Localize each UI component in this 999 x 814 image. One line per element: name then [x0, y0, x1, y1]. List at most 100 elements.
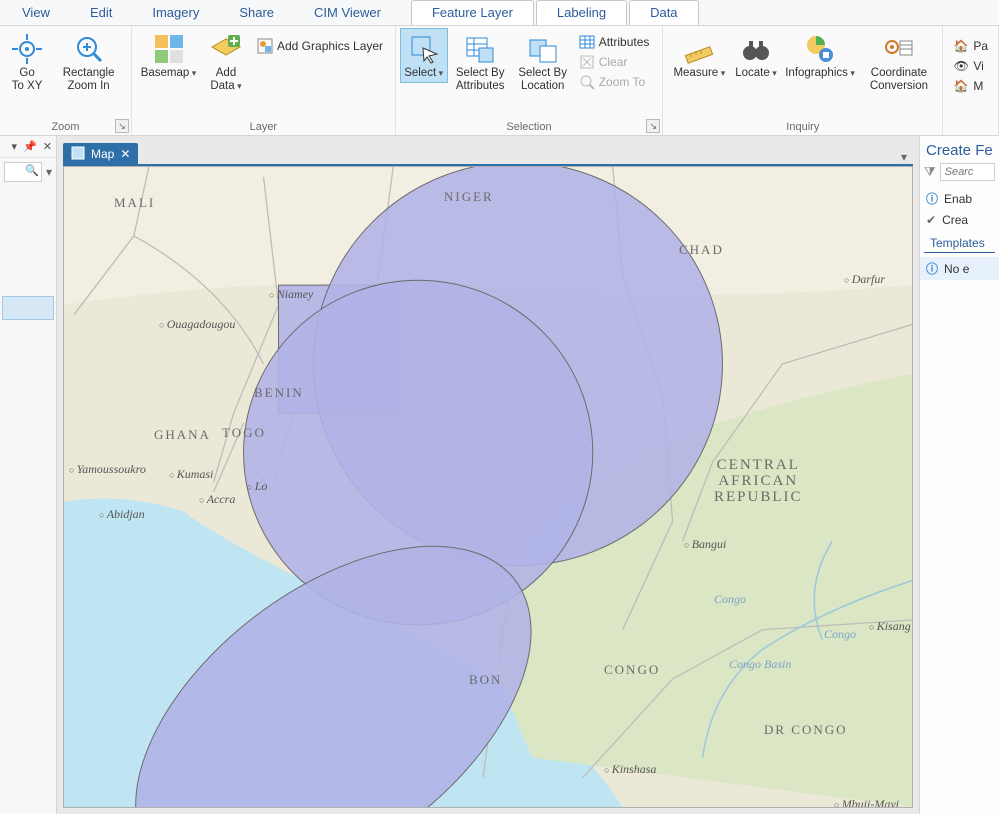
add-data-label: Add Data: [210, 67, 241, 93]
water-label: Congo: [824, 627, 856, 642]
select-loc-icon: [527, 33, 559, 65]
country-label: CENTRAL AFRICAN REPUBLIC: [714, 457, 803, 505]
measure-button[interactable]: Measure: [667, 28, 731, 83]
select-label: Select: [404, 67, 443, 80]
crosshair-icon: [11, 33, 43, 65]
clear-button[interactable]: Clear: [573, 52, 656, 72]
infographics-button[interactable]: Infographics: [781, 28, 860, 83]
city-label: Abidjan: [99, 507, 145, 522]
select-attr-icon: [464, 33, 496, 65]
contents-selected-layer[interactable]: [2, 296, 54, 320]
ribbon-group-inquiry-label: Inquiry: [663, 119, 942, 135]
pause-button[interactable]: 🏠 Pa: [947, 36, 994, 56]
contents-search-input[interactable]: [4, 162, 42, 182]
graphics-layer-icon: [257, 38, 273, 54]
tab-feature-layer[interactable]: Feature Layer: [411, 0, 534, 25]
create-row[interactable]: ✔ Crea: [920, 210, 999, 230]
ribbon-group-zoom: Go To XY Rectangle Zoom In Zoom ↘: [0, 26, 132, 135]
zoom-to-label: Zoom To: [599, 75, 645, 89]
menu-imagery[interactable]: Imagery: [132, 1, 219, 25]
menu-view[interactable]: View: [2, 1, 70, 25]
tab-labeling[interactable]: Labeling: [536, 0, 627, 25]
locate-button[interactable]: Locate: [731, 28, 780, 83]
zoom-to-icon: [579, 74, 595, 90]
template-search-input[interactable]: [940, 163, 995, 181]
country-label: TOGO: [222, 425, 266, 441]
country-label: CONGO: [604, 662, 660, 678]
attributes-label: Attributes: [599, 35, 650, 49]
select-by-attributes-button[interactable]: Select By Attributes: [448, 28, 513, 96]
info-icon: ⓘ: [926, 190, 938, 207]
table-icon: [579, 34, 595, 50]
contents-search-row: ▾: [0, 158, 56, 186]
measure-label: Measure: [673, 67, 725, 80]
eye-icon: 👁: [953, 58, 969, 74]
map-tab-strip: ▾: [138, 142, 913, 166]
map-canvas[interactable]: MALI NIGER CHAD GHANA TOGO BENIN CENTRAL…: [63, 166, 913, 808]
create-features-title: Create Fe: [920, 136, 999, 163]
add-graphics-layer-button[interactable]: Add Graphics Layer: [251, 36, 389, 56]
view-button[interactable]: 👁 Vi: [947, 56, 994, 76]
rect-zoom-label: Rectangle Zoom In: [63, 67, 115, 93]
city-label: Lo: [247, 479, 267, 494]
info-icon: ⓘ: [926, 260, 938, 277]
select-by-location-button[interactable]: Select By Location: [513, 28, 573, 96]
main-menu-bar: View Edit Imagery Share CIM Viewer Featu…: [0, 0, 999, 26]
country-label: BON: [469, 672, 502, 688]
country-label: MALI: [114, 195, 155, 211]
ribbon-group-clipped: 🏠 Pa 👁 Vi 🏠 M: [943, 26, 999, 135]
enable-row[interactable]: ⓘ Enab: [920, 187, 999, 210]
attributes-button[interactable]: Attributes: [573, 32, 656, 52]
city-label: Niamey: [269, 287, 313, 302]
more-button[interactable]: 🏠 M: [947, 76, 994, 96]
close-icon[interactable]: ✕: [43, 140, 52, 153]
dialog-launcher-icon[interactable]: ↘: [646, 119, 660, 133]
city-label: Mbuji-Mayi: [834, 797, 899, 808]
dialog-launcher-icon[interactable]: ↘: [115, 119, 129, 133]
add-graphics-label: Add Graphics Layer: [277, 39, 383, 53]
select-button[interactable]: Select: [400, 28, 448, 83]
add-data-icon: [210, 33, 242, 65]
city-label: Kumasi: [169, 467, 213, 482]
menu-edit[interactable]: Edit: [70, 1, 132, 25]
country-label: DR CONGO: [764, 722, 848, 738]
chevron-down-icon[interactable]: ▾: [46, 165, 52, 179]
menu-share[interactable]: Share: [219, 1, 294, 25]
basemap-button[interactable]: Basemap: [136, 28, 201, 83]
map-tab[interactable]: Map ✕: [63, 143, 138, 166]
city-label: Yamoussoukro: [69, 462, 146, 477]
coordinate-conversion-button[interactable]: Coordinate Conversion: [860, 28, 939, 96]
rectangle-zoom-button[interactable]: Rectangle Zoom In: [50, 28, 127, 96]
go-to-xy-button[interactable]: Go To XY: [4, 28, 50, 96]
ribbon-group-layer: Basemap Add Data Add Graphics Layer Laye…: [132, 26, 396, 135]
ruler-icon: [683, 33, 715, 65]
coord-conv-label: Coordinate Conversion: [870, 67, 928, 93]
chevron-down-icon[interactable]: ▾: [901, 150, 907, 164]
house-icon: 🏠: [953, 78, 969, 94]
country-label: BENIN: [254, 385, 304, 401]
infographics-label: Infographics: [785, 67, 855, 80]
country-label: GHANA: [154, 427, 211, 443]
country-label: NIGER: [444, 189, 494, 205]
tab-data[interactable]: Data: [629, 0, 698, 25]
go-to-xy-label: Go To XY: [12, 67, 43, 93]
chevron-down-icon[interactable]: ▾: [12, 140, 18, 153]
binoculars-icon: [740, 33, 772, 65]
region-label: Darfur: [844, 272, 885, 287]
pin-icon[interactable]: 📌: [23, 140, 37, 153]
contents-pane-header: ▾ 📌 ✕: [0, 136, 56, 158]
close-icon[interactable]: ✕: [120, 147, 130, 161]
add-data-button[interactable]: Add Data: [201, 28, 251, 96]
contents-pane: ▾ 📌 ✕ ▾: [0, 136, 57, 814]
check-icon: ✔: [926, 213, 936, 227]
templates-header: Templates: [924, 232, 995, 253]
zoom-to-button[interactable]: Zoom To: [573, 72, 656, 92]
house-icon: 🏠: [953, 38, 969, 54]
create-features-pane: Create Fe ⧩ ⓘ Enab ✔ Crea Templates ⓘ No…: [919, 136, 999, 814]
ribbon-group-zoom-label: Zoom ↘: [0, 119, 131, 135]
city-label: Ouagadougou: [159, 317, 235, 332]
basemap-label: Basemap: [141, 67, 197, 80]
menu-cim[interactable]: CIM Viewer: [294, 1, 401, 25]
filter-icon[interactable]: ⧩: [924, 164, 936, 180]
city-label: Kinshasa: [604, 762, 656, 777]
